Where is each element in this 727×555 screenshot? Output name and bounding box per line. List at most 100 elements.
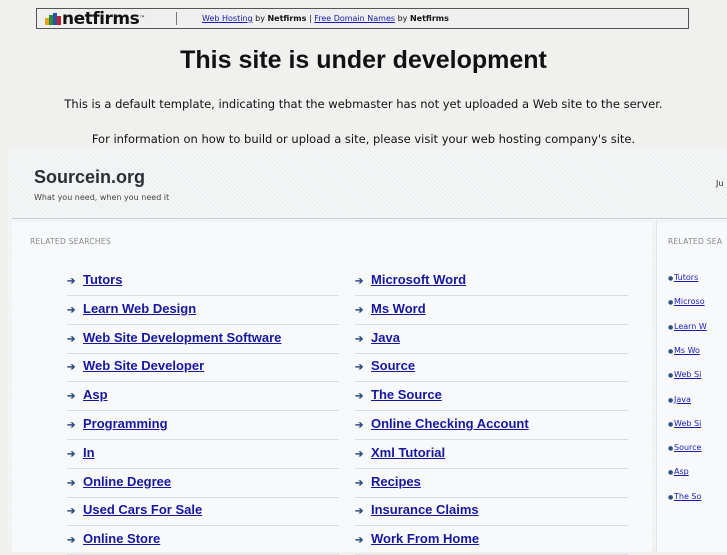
related-right-link[interactable]: Online Checking Account (371, 416, 529, 431)
related-right-item[interactable]: ➔ Insurance Claims (355, 499, 628, 527)
related-right-link[interactable]: Insurance Claims (371, 502, 479, 517)
related-left-item[interactable]: ➔ Web Site Developer (67, 355, 339, 383)
related-left-link[interactable]: Online Degree (83, 474, 171, 489)
hosting-info-notice: For information on how to build or uploa… (91, 132, 636, 146)
related-left-item[interactable]: ➔ Online Degree (67, 471, 339, 498)
netfirms-banner: netfirms™ Web Hosting by Netfirms | Free… (36, 8, 689, 29)
sidebar-related-item[interactable]: ●Web Si (668, 370, 727, 379)
arrow-icon: ➔ (67, 333, 76, 345)
related-right-item[interactable]: ➔ Ms Word (355, 298, 628, 325)
web-hosting-link[interactable]: Web Hosting (202, 14, 253, 23)
logo-tm: ™ (139, 15, 145, 22)
default-template-notice: This is a default template, indicating t… (64, 97, 663, 111)
arrow-icon: ➔ (355, 304, 364, 316)
related-left-item[interactable]: ➔ Online Store (67, 528, 339, 555)
related-right-item[interactable]: ➔ Java (355, 327, 628, 354)
site-title[interactable]: Sourcein.org (34, 167, 145, 188)
related-right-item[interactable]: ➔ The Source (355, 384, 628, 412)
page-headline: This site is under development (180, 46, 547, 74)
related-left-link[interactable]: Tutors (83, 272, 122, 287)
arrow-icon: ➔ (67, 420, 76, 431)
related-right-item[interactable]: ➔ Xml Tutorial (355, 442, 628, 469)
related-right-link[interactable]: Ms Word (371, 301, 426, 316)
related-left-link[interactable]: Learn Web Design (83, 301, 196, 316)
sidebar-related-link[interactable]: Source (674, 443, 701, 452)
arrow-icon: ➔ (355, 448, 364, 460)
sidebar-related-item[interactable]: ●Tutors (668, 273, 727, 282)
related-right-link[interactable]: Work From Home (371, 531, 479, 546)
related-right-item[interactable]: ➔ Recipes (355, 471, 628, 498)
related-left-item[interactable]: ➔ Programming (67, 413, 339, 440)
by-text-2: by (395, 14, 410, 23)
arrow-icon: ➔ (67, 391, 76, 403)
related-left-item[interactable]: ➔ In (67, 442, 339, 469)
sidebar-related-link[interactable]: Web Si (674, 419, 701, 428)
sidebar-panel (656, 222, 727, 552)
related-left-item[interactable]: ➔ Used Cars For Sale (67, 499, 339, 527)
related-left-link[interactable]: Used Cars For Sale (83, 502, 202, 517)
related-right-link[interactable]: Java (371, 330, 400, 345)
related-right-link[interactable]: Recipes (371, 474, 421, 489)
arrow-icon: ➔ (355, 477, 364, 489)
related-left-item[interactable]: ➔ Asp (67, 384, 339, 412)
sidebar-related-link[interactable]: Ms Wo (674, 346, 700, 355)
sidebar-related-item[interactable]: ●Web Si (668, 419, 727, 428)
related-left-link[interactable]: Online Store (83, 531, 160, 546)
sidebar-related-link[interactable]: Tutors (674, 273, 698, 282)
arrow-icon: ➔ (355, 420, 364, 431)
arrow-icon: ➔ (67, 477, 76, 489)
related-right-item[interactable]: ➔ Source (355, 355, 628, 383)
free-domain-names-link[interactable]: Free Domain Names (314, 14, 395, 23)
related-right-item[interactable]: ➔ Microsoft Word (355, 269, 628, 296)
related-left-link[interactable]: Web Site Developer (83, 358, 204, 373)
netfirms-logo-icon (45, 13, 61, 25)
sidebar-related-link[interactable]: Microso (674, 297, 705, 306)
arrow-icon: ➔ (355, 362, 364, 374)
arrow-icon: ➔ (67, 448, 76, 460)
banner-divider (176, 12, 177, 25)
arrow-icon: ➔ (355, 391, 364, 403)
arrow-icon: ➔ (67, 276, 76, 287)
arrow-icon: ➔ (355, 333, 364, 345)
arrow-icon: ➔ (355, 276, 364, 287)
sidebar-related-item[interactable]: ●The So (668, 492, 727, 501)
related-left-link[interactable]: Asp (83, 387, 108, 402)
site-tagline: What you need, when you need it (34, 193, 170, 202)
date-fragment: Ju (716, 179, 724, 188)
sidebar-related-item[interactable]: ●Java (668, 395, 727, 404)
sidebar-related-item[interactable]: ●Learn W (668, 322, 727, 331)
related-left-item[interactable]: ➔ Web Site Development Software (67, 327, 339, 354)
netfirms-brand-1: Netfirms (267, 14, 307, 23)
related-left-item[interactable]: ➔ Learn Web Design (67, 298, 339, 325)
related-right-item[interactable]: ➔ Online Checking Account (355, 413, 628, 440)
banner-links: Web Hosting by Netfirms | Free Domain Na… (202, 9, 449, 28)
netfirms-logo[interactable]: netfirms™ (45, 10, 145, 28)
sidebar-related-link[interactable]: The So (674, 492, 701, 501)
netfirms-brand-2: Netfirms (409, 14, 449, 23)
sidebar-related-item[interactable]: ●Source (668, 443, 727, 452)
header-divider (12, 218, 727, 219)
arrow-icon: ➔ (67, 362, 76, 374)
related-right-link[interactable]: Microsoft Word (371, 272, 466, 287)
sidebar-related-item[interactable]: ●Asp (668, 467, 727, 476)
by-text-1: by (252, 14, 268, 23)
arrow-icon: ➔ (67, 506, 76, 518)
sidebar-related-link[interactable]: Asp (674, 467, 689, 476)
related-searches-title-right: RELATED SEA (668, 237, 723, 246)
related-left-link[interactable]: In (83, 445, 95, 460)
related-right-link[interactable]: Xml Tutorial (371, 445, 445, 460)
sidebar-related-link[interactable]: Learn W (674, 322, 707, 331)
sidebar-related-link[interactable]: Java (674, 395, 691, 404)
related-right-item[interactable]: ➔ Work From Home (355, 528, 628, 555)
arrow-icon: ➔ (67, 535, 76, 547)
sidebar-related-item[interactable]: ●Ms Wo (668, 346, 727, 355)
related-left-link[interactable]: Web Site Development Software (83, 330, 281, 345)
related-left-item[interactable]: ➔ Tutors (67, 269, 339, 296)
related-searches-title: RELATED SEARCHES (30, 237, 111, 246)
related-left-link[interactable]: Programming (83, 416, 168, 431)
related-right-link[interactable]: The Source (371, 387, 442, 402)
sidebar-related-link[interactable]: Web Si (674, 370, 701, 379)
related-right-link[interactable]: Source (371, 358, 415, 373)
sidebar-related-item[interactable]: ●Microso (668, 297, 727, 306)
arrow-icon: ➔ (67, 304, 76, 316)
